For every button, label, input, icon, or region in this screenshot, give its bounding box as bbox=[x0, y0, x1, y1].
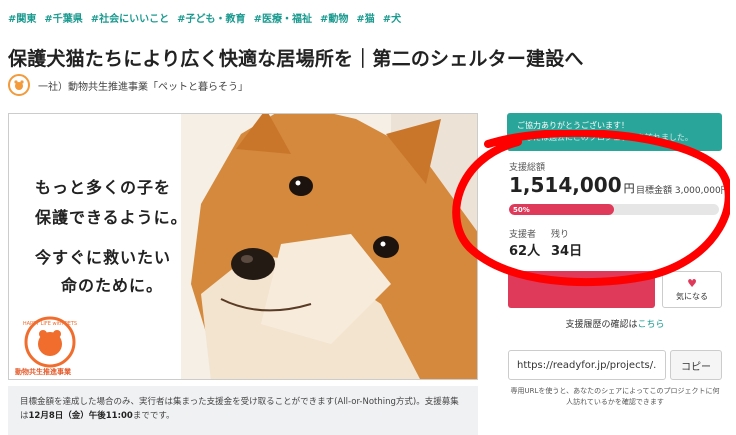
history-link[interactable]: こちら bbox=[638, 320, 665, 330]
hero-line: もっと多くの子を bbox=[35, 178, 172, 197]
heart-icon: ♥ bbox=[687, 276, 697, 290]
progress-label: 50% bbox=[513, 205, 530, 214]
page-title: 保護犬猫たちにより広く快適な居場所を｜第二のシェルター建設へ bbox=[8, 48, 584, 70]
tag-link[interactable]: #社会にいいこと bbox=[91, 10, 169, 25]
favorite-button[interactable]: ♥ 気になる bbox=[662, 271, 722, 308]
progress-bar: 50% bbox=[509, 204, 719, 215]
share-url-note: 専用URLを使うと、あなたのシェアによってこのプロジェクトに何人訪れているかを確… bbox=[510, 387, 720, 407]
deadline: 12月8日（金）午後11:00 bbox=[28, 410, 133, 421]
dog-photo bbox=[181, 114, 477, 379]
copy-button[interactable]: コピー bbox=[670, 350, 722, 380]
all-or-nothing-note: 目標金額を達成した場合のみ、実行者は集まった支援金を受け取ることができます(Al… bbox=[8, 386, 478, 435]
thanks-subtitle: あなたは過去にこのプロジェクトを訪れました。 bbox=[517, 133, 693, 142]
hero-line: 今すぐに救いたい bbox=[35, 248, 172, 267]
remaining-label: 残り bbox=[551, 230, 570, 240]
favorite-label: 気になる bbox=[676, 291, 708, 301]
hero-line: 命のために。 bbox=[61, 276, 164, 295]
funding-amount: 1,514,000 円 bbox=[509, 173, 635, 197]
owner-name: 一社）動物共生推進事業「ペットと暮らそう」 bbox=[38, 81, 248, 93]
tag-link[interactable]: #千葉県 bbox=[44, 10, 82, 25]
tag-list: #関東 #千葉県 #社会にいいこと #子ども・教育 #医療・福祉 #動物 #猫 … bbox=[8, 10, 401, 25]
thanks-title: ご協力ありがとうございます！ bbox=[517, 121, 629, 130]
note-text-end: までです。 bbox=[132, 410, 175, 421]
currency: 円 bbox=[623, 182, 635, 195]
org-logo-icon: HAPPY LIFE with PETS bbox=[23, 316, 77, 368]
thanks-banner: ご協力ありがとうございます！ あなたは過去にこのプロジェクトを訪れました。 bbox=[507, 113, 722, 151]
supporters-value: 62人 bbox=[509, 244, 541, 259]
owner-logo-icon bbox=[8, 74, 30, 96]
org-name: 動物共生推進事業 bbox=[15, 368, 71, 376]
remaining-value: 34日 bbox=[551, 244, 583, 259]
history-text: 支援履歴の確認は bbox=[565, 320, 638, 330]
share-url-field[interactable] bbox=[508, 350, 666, 380]
progress-fill: 50% bbox=[509, 204, 614, 215]
support-button[interactable] bbox=[508, 271, 655, 308]
goal-amount: 目標金額 3,000,000円 bbox=[636, 186, 730, 196]
logo-text: HAPPY LIFE with PETS bbox=[23, 321, 77, 327]
amount-value: 1,514,000 bbox=[509, 173, 622, 197]
tag-link[interactable]: #関東 bbox=[8, 10, 36, 25]
support-history: 支援履歴の確認はこちら bbox=[508, 317, 722, 330]
tag-link[interactable]: #猫 bbox=[356, 10, 374, 25]
hero-line: 保護できるように。 bbox=[35, 208, 188, 227]
hero-text-panel: もっと多くの子を 保護できるように。 今すぐに救いたい 命のために。 HAPPY… bbox=[9, 114, 187, 379]
tag-link[interactable]: #子ども・教育 bbox=[177, 10, 245, 25]
supporters-label: 支援者 bbox=[509, 230, 537, 240]
tag-link[interactable]: #犬 bbox=[383, 10, 401, 25]
tag-link[interactable]: #動物 bbox=[320, 10, 348, 25]
project-owner[interactable]: 一社）動物共生推進事業「ペットと暮らそう」 bbox=[8, 74, 248, 96]
project-hero-image: もっと多くの子を 保護できるように。 今すぐに救いたい 命のために。 HAPPY… bbox=[8, 113, 478, 380]
total-label: 支援総額 bbox=[509, 163, 546, 173]
tag-link[interactable]: #医療・福祉 bbox=[254, 10, 312, 25]
